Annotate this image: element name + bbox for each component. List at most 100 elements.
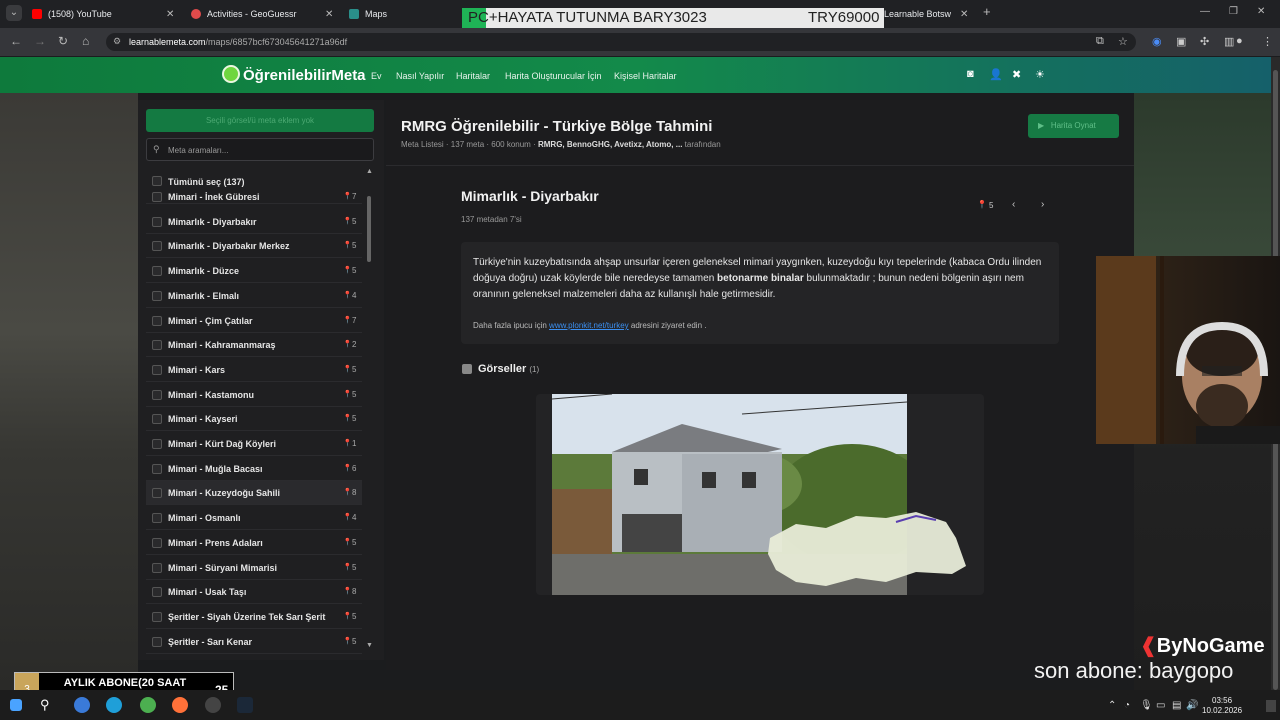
item-checkbox[interactable] [152, 389, 162, 400]
list-item[interactable]: Mimari - Kuzeydoğu Sahili 📍 8 [146, 481, 362, 506]
list-item[interactable]: Şeritler - Sarı Kenar 📍 5 [146, 630, 362, 654]
list-item[interactable]: Mimari - Prens Adaları 📍 5 [146, 531, 362, 555]
extensions-puzzle-icon[interactable]: ✣ [1200, 35, 1209, 48]
new-tab-icon[interactable]: + [983, 4, 991, 19]
item-checkbox[interactable] [152, 611, 162, 622]
bookmark-star-icon[interactable]: ☆ [1118, 35, 1128, 48]
translate-icon[interactable]: ⧉ [1096, 35, 1104, 48]
item-checkbox[interactable] [152, 463, 162, 474]
list-item[interactable]: Mimarlık - Düzce 📍 5 [146, 259, 362, 284]
item-checkbox[interactable] [152, 290, 162, 301]
tray-icon[interactable]: ◔ [1124, 700, 1130, 711]
list-item[interactable]: Mimari - Osmanlı 📍 4 [146, 506, 362, 531]
menu-icon[interactable]: ⋮ [1262, 35, 1273, 48]
nav-map-creators[interactable]: Harita Oluşturucular İçin [505, 71, 602, 81]
list-item[interactable]: Mimarlık - Diyarbakır 📍 5 [146, 210, 362, 234]
list-item[interactable]: Mimari - Muğla Bacası 📍 6 [146, 457, 362, 481]
item-checkbox[interactable] [152, 537, 162, 548]
list-item[interactable]: Mimari - Süryani Mimarisi 📍 5 [146, 556, 362, 580]
profile-icon[interactable]: ● [1236, 35, 1243, 47]
edge-icon[interactable] [106, 697, 122, 713]
close-icon[interactable]: ✕ [325, 9, 333, 20]
extension-icon[interactable]: ◉ [1152, 35, 1162, 48]
user-icon[interactable]: 👤 [989, 68, 1003, 81]
sun-icon[interactable]: ☀ [1035, 68, 1045, 81]
taskbar-clock[interactable]: 03:56 10.02.2026 [1202, 696, 1242, 716]
firefox-icon[interactable] [172, 697, 188, 713]
list-item[interactable]: Şeritler - Siyah Üzerine Tek Sarı Şerit 📍… [146, 605, 362, 629]
authors-link[interactable]: RMRG, BennoGHG, Avetixz, Atomo, ... [538, 140, 682, 149]
list-item[interactable]: Mimari - Kahramanmaraş 📍 2 [146, 333, 362, 358]
nav-how-to[interactable]: Nasıl Yapılır [396, 71, 444, 81]
item-checkbox[interactable] [152, 439, 162, 449]
tray-overflow-icon[interactable]: ⌃ [1108, 700, 1116, 711]
home-icon[interactable]: ⌂ [82, 34, 89, 48]
tab-maps[interactable]: Maps [349, 4, 387, 24]
restore-icon[interactable]: ❐ [1229, 6, 1238, 17]
close-icon[interactable]: ✕ [166, 9, 174, 20]
list-item[interactable]: Mimari - Kastamonu 📍 5 [146, 383, 362, 407]
tab-search-icon[interactable]: ⌄ [6, 5, 22, 21]
scroll-up-icon[interactable]: ▲ [366, 168, 373, 175]
prev-meta-icon[interactable]: ‹ [1012, 199, 1015, 210]
item-checkbox[interactable] [152, 266, 162, 277]
obs-icon[interactable] [205, 697, 221, 713]
reload-icon[interactable]: ↻ [58, 34, 68, 48]
tab-youtube[interactable]: (1508) YouTube ✕ [32, 4, 174, 24]
next-meta-icon[interactable]: › [1041, 199, 1044, 210]
chrome-icon[interactable] [140, 697, 156, 713]
forward-icon[interactable]: → [34, 34, 46, 48]
sidebar-scrollbar-thumb[interactable] [367, 196, 371, 262]
mic-icon[interactable]: 🎙 [1140, 700, 1153, 711]
select-all-checkbox[interactable] [152, 176, 162, 186]
plonkit-link[interactable]: www.plonkit.net/turkey [549, 321, 629, 330]
item-checkbox[interactable] [152, 587, 162, 598]
list-item[interactable]: Mimari - Usak Taşı 📍 8 [146, 580, 362, 605]
nav-personal-maps[interactable]: Kişisel Haritalar [614, 71, 677, 81]
logo-icon[interactable] [222, 65, 240, 83]
url-text[interactable]: learnablemeta.com/maps/6857bcf6730456412… [129, 37, 347, 47]
item-checkbox[interactable] [152, 241, 162, 252]
tab-geoguessr[interactable]: Activities - GeoGuessr ✕ [191, 4, 333, 24]
item-checkbox[interactable] [152, 192, 162, 202]
close-window-icon[interactable]: ✕ [1257, 6, 1265, 17]
scroll-down-icon[interactable]: ▼ [366, 642, 373, 649]
tab-learnable[interactable]: Learnable Botsw ✕ [884, 4, 968, 24]
item-checkbox[interactable] [152, 340, 162, 351]
app-icon[interactable] [74, 697, 90, 713]
site-info-icon[interactable]: ⚙ [113, 36, 121, 47]
list-item[interactable]: Mimari - Çim Çatılar 📍 7 [146, 309, 362, 333]
close-icon[interactable]: ✕ [960, 9, 968, 20]
item-checkbox[interactable] [152, 488, 162, 499]
battery-icon[interactable]: ▭ [1156, 700, 1165, 711]
network-icon[interactable]: ▤ [1172, 700, 1181, 711]
nav-maps[interactable]: Haritalar [456, 71, 490, 81]
list-item[interactable]: Mimari - Kars 📍 5 [146, 358, 362, 382]
item-checkbox[interactable] [152, 513, 162, 524]
item-checkbox[interactable] [152, 315, 162, 326]
list-item[interactable]: Mimari - İnek Gübresi 📍 7 [146, 190, 362, 204]
list-item[interactable]: Mimari - Kayseri 📍 5 [146, 407, 362, 432]
item-checkbox[interactable] [152, 364, 162, 375]
item-checkbox[interactable] [152, 636, 162, 647]
discord-icon[interactable]: ◙ [967, 68, 974, 80]
steam-icon[interactable] [237, 697, 253, 713]
list-item[interactable]: Mimarlık - Elmalı 📍 4 [146, 284, 362, 308]
select-all-row[interactable]: Tümünü seç (137) [146, 175, 362, 189]
item-checkbox[interactable] [152, 562, 162, 573]
notification-icon[interactable] [1266, 700, 1276, 712]
item-checkbox[interactable] [152, 216, 162, 227]
windows-start-icon[interactable] [10, 699, 22, 711]
selected-meta-button[interactable]: Seçili görsel/ü meta eklem yok [146, 109, 374, 132]
item-checkbox[interactable] [152, 414, 162, 425]
brand-name[interactable]: ÖğrenilebilirMeta [243, 67, 366, 84]
list-item[interactable]: Mimarlık - Diyarbakır Merkez 📍 5 [146, 234, 362, 259]
tools-icon[interactable]: ✖ [1012, 68, 1021, 81]
minimize-icon[interactable]: — [1200, 6, 1210, 17]
nav-home[interactable]: Ev [371, 71, 382, 81]
meta-search-input[interactable]: ⚲ Meta aramaları... [146, 138, 374, 161]
list-item[interactable]: Mimari - Kürt Dağ Köyleri 📍 1 [146, 432, 362, 456]
play-map-button[interactable]: ▶ Harita Oynat [1028, 114, 1119, 138]
split-view-icon[interactable]: ▥ [1224, 35, 1234, 48]
extension-icon[interactable]: ▣ [1176, 35, 1186, 48]
